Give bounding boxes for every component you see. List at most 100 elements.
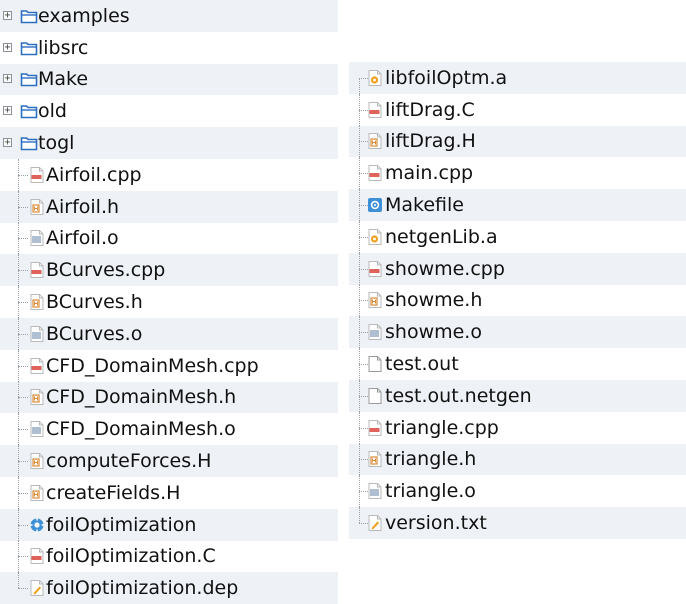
tree-item-label: Makefile <box>385 194 464 217</box>
tree-item-label: showme.h <box>385 289 483 312</box>
object-file-icon <box>28 325 46 343</box>
header-file-icon <box>366 291 384 309</box>
expand-toggle-icon[interactable]: + <box>3 74 12 84</box>
header-file-icon <box>28 293 46 311</box>
tree-item-label: showme.cpp <box>385 257 505 280</box>
tree-item-label: BCurves.o <box>46 322 143 345</box>
tree-item-label: examples <box>38 4 130 27</box>
tree-connector-branch <box>18 174 28 176</box>
folder-icon <box>20 39 38 57</box>
tree-file-item[interactable]: triangle.cpp <box>349 411 686 444</box>
tree-file-item[interactable]: liftDrag.C <box>349 93 686 126</box>
tree-item-label: version.txt <box>385 512 487 535</box>
folder-icon <box>20 134 38 152</box>
tree-item-label: libsrc <box>38 36 89 59</box>
plain-file-icon <box>366 387 384 405</box>
tree-item-label: triangle.h <box>385 448 477 471</box>
tree-connector-line <box>359 77 360 94</box>
tree-file-item[interactable]: BCurves.cpp <box>0 254 338 287</box>
expand-toggle-icon[interactable]: + <box>3 42 12 52</box>
tree-file-item[interactable]: showme.h <box>349 284 686 317</box>
tree-file-item[interactable]: triangle.h <box>349 443 686 476</box>
tree-folder-item[interactable]: + examples <box>0 0 338 32</box>
folder-icon <box>20 102 38 120</box>
cpp-file-icon <box>28 357 46 375</box>
tree-file-item[interactable]: BCurves.h <box>0 286 338 318</box>
object-file-icon <box>366 482 384 500</box>
cpp-file-icon <box>366 260 384 278</box>
tree-file-item[interactable]: triangle.o <box>349 475 686 508</box>
tree-item-label: Airfoil.o <box>46 227 119 250</box>
tree-file-item[interactable]: showme.cpp <box>349 252 686 285</box>
plain-file-icon <box>366 355 384 373</box>
tree-connector-branch <box>18 365 28 367</box>
tree-connector-branch <box>18 333 28 335</box>
tree-connector-branch <box>18 302 28 304</box>
tree-folder-item[interactable]: + old <box>0 95 338 127</box>
tree-item-label: togl <box>38 132 75 155</box>
tree-item-label: foilOptimization.dep <box>46 577 239 600</box>
tree-item-label: test.out <box>385 353 459 376</box>
tree-item-label: liftDrag.H <box>385 130 476 153</box>
tree-file-item[interactable]: libfoilOptm.a <box>349 62 686 94</box>
tree-connector-branch <box>18 397 28 399</box>
header-file-icon <box>366 450 384 468</box>
object-file-icon <box>366 323 384 341</box>
tree-folder-item[interactable]: + libsrc <box>0 32 338 64</box>
tree-file-item[interactable]: netgenLib.a <box>349 220 686 253</box>
tree-file-item[interactable]: showme.o <box>349 316 686 349</box>
expand-toggle-icon[interactable]: + <box>3 10 12 20</box>
tree-item-label: libfoilOptm.a <box>385 66 508 89</box>
tree-file-item[interactable]: version.txt <box>349 507 686 539</box>
makefile-icon <box>366 196 384 214</box>
tree-file-item[interactable]: BCurves.o <box>0 317 338 350</box>
cpp-file-icon <box>28 166 46 184</box>
tree-item-label: BCurves.h <box>46 291 143 314</box>
tree-connector-branch <box>18 461 28 463</box>
header-file-icon <box>28 452 46 470</box>
tree-item-label: liftDrag.C <box>385 98 475 121</box>
tree-item-label: Airfoil.cpp <box>46 163 142 186</box>
tree-file-item[interactable]: main.cpp <box>349 157 686 190</box>
library-file-icon <box>366 228 384 246</box>
tree-file-item[interactable]: foilOptimization.C <box>0 540 338 573</box>
tree-item-label: CFD_DomainMesh.cpp <box>46 354 259 377</box>
tree-file-item[interactable]: Airfoil.o <box>0 222 338 255</box>
tree-folder-item[interactable]: + Make <box>0 63 338 96</box>
text-file-icon <box>366 514 384 532</box>
tree-connector-branch <box>18 588 28 590</box>
header-file-icon <box>366 132 384 150</box>
tree-file-item[interactable]: test.out.netgen <box>349 379 686 412</box>
tree-connector-branch <box>18 429 28 431</box>
tree-file-item[interactable]: foilOptimization.dep <box>0 572 338 604</box>
tree-file-item[interactable]: foilOptimization <box>0 508 338 541</box>
tree-file-item[interactable]: test.out <box>349 348 686 380</box>
tree-file-item[interactable]: Airfoil.h <box>0 190 338 223</box>
tree-connector-branch <box>18 238 28 240</box>
tree-connector-branch <box>18 270 28 272</box>
tree-item-label: triangle.o <box>385 480 476 503</box>
tree-folder-item[interactable]: + togl <box>0 127 338 159</box>
header-file-icon <box>28 198 46 216</box>
tree-file-item[interactable]: Makefile <box>349 189 686 221</box>
tree-file-item[interactable]: computeForces.H <box>0 445 338 477</box>
header-file-icon <box>28 484 46 502</box>
file-tree-left-column: + examples + libsrc + Make + old + togl Airfoil.cp… <box>0 0 338 604</box>
tree-file-item[interactable]: CFD_DomainMesh.cpp <box>0 349 338 382</box>
expand-toggle-icon[interactable]: + <box>3 138 12 148</box>
tree-file-item[interactable]: CFD_DomainMesh.o <box>0 413 338 446</box>
tree-file-item[interactable]: Airfoil.cpp <box>0 158 338 191</box>
executable-icon <box>28 516 46 534</box>
file-tree-right-column: libfoilOptm.a liftDrag.C liftDrag.H main.cp… <box>349 62 686 539</box>
tree-file-item[interactable]: liftDrag.H <box>349 125 686 158</box>
tree-item-label: test.out.netgen <box>385 384 532 407</box>
object-file-icon <box>28 229 46 247</box>
expand-toggle-icon[interactable]: + <box>3 106 12 116</box>
tree-item-label: main.cpp <box>385 162 474 185</box>
tree-connector-branch <box>18 524 28 526</box>
tree-connector-branch <box>18 556 28 558</box>
tree-file-item[interactable]: createFields.H <box>0 476 338 509</box>
tree-item-label: CFD_DomainMesh.h <box>46 386 237 409</box>
tree-item-label: createFields.H <box>46 481 181 504</box>
tree-file-item[interactable]: CFD_DomainMesh.h <box>0 381 338 414</box>
